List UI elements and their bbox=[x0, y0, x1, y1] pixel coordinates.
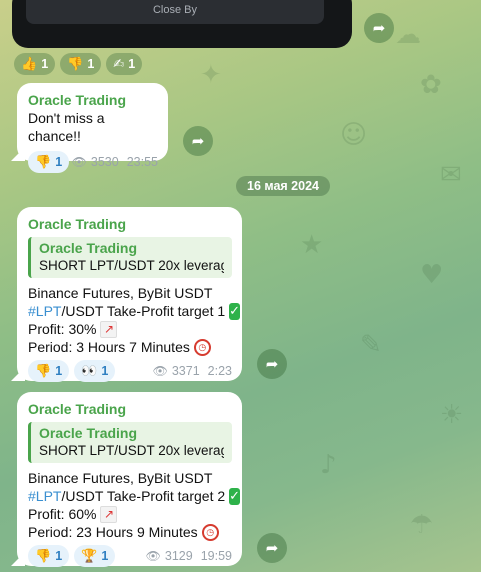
share-button[interactable]: ➦ bbox=[257, 349, 287, 379]
view-count: 3129 bbox=[164, 549, 193, 563]
view-count: 3371 bbox=[171, 364, 200, 378]
share-button[interactable]: ➦ bbox=[183, 126, 213, 156]
background-doodle: ✦ bbox=[200, 60, 222, 90]
view-count: 3530 bbox=[90, 155, 119, 169]
message-meta: 👁 3530 23:55 bbox=[72, 155, 158, 169]
thumbs-down-icon: 👎 bbox=[35, 363, 52, 379]
sender-name[interactable]: Oracle Trading bbox=[28, 400, 232, 418]
share-arrow-icon: ➦ bbox=[191, 132, 205, 150]
thumbs-down-icon: 👎 bbox=[35, 548, 52, 564]
message-line: #LPT/USDT Take-Profit target 1 ✓ bbox=[28, 302, 241, 320]
message-line: Period: 3 Hours 7 Minutes ◷ bbox=[28, 338, 232, 356]
reaction-count: 1 bbox=[55, 364, 63, 378]
chart-up-icon: ↗ bbox=[100, 505, 118, 523]
chart-up-icon: ↗ bbox=[100, 320, 118, 338]
reaction-count: 1 bbox=[101, 364, 109, 378]
message-line: #LPT/USDT Take-Profit target 2 ✓ bbox=[28, 487, 241, 505]
reaction-count: 1 bbox=[55, 155, 63, 169]
background-doodle: ☺ bbox=[340, 120, 368, 150]
check-mark-icon: ✓ bbox=[229, 487, 241, 505]
share-button[interactable]: ➦ bbox=[257, 533, 287, 563]
alarm-clock-icon: ◷ bbox=[193, 338, 211, 356]
check-mark-icon: ✓ bbox=[229, 302, 241, 320]
reaction-thumbs-down[interactable]: 👎 1 bbox=[28, 545, 70, 567]
message-bubble: Oracle Trading Oracle Trading SHORT LPT/… bbox=[17, 392, 242, 567]
previous-message-card: Close By bbox=[12, 0, 352, 48]
background-doodle: ✉ bbox=[440, 160, 462, 190]
background-doodle: ☂ bbox=[410, 510, 434, 540]
reply-text: SHORT LPT/USDT 20x leverag... bbox=[39, 258, 224, 273]
reply-text: SHORT LPT/USDT 20x leverag... bbox=[39, 443, 224, 458]
message-bubble: Oracle Trading Oracle Trading SHORT LPT/… bbox=[17, 207, 242, 382]
reaction-count: 1 bbox=[41, 57, 49, 71]
message-footer: 👎 1 👁 3530 23:55 bbox=[28, 151, 158, 173]
background-doodle: ✿ bbox=[420, 70, 442, 100]
message-time: 19:59 bbox=[200, 549, 232, 563]
eye-icon: 👁 bbox=[145, 549, 161, 563]
period-text: Period: 23 Hours 9 Minutes bbox=[28, 524, 198, 540]
message-line: Profit: 30% ↗ bbox=[28, 320, 232, 338]
reaction-thumbs-down[interactable]: 👎 1 bbox=[28, 151, 70, 173]
background-doodle: ★ bbox=[300, 230, 324, 260]
reaction-thumbs-up[interactable]: 👍 1 bbox=[14, 53, 56, 75]
reaction-trophy[interactable]: 🏆 1 bbox=[74, 545, 116, 567]
background-doodle: ☁ bbox=[395, 20, 421, 50]
message-bubble: Oracle Trading Don't miss a chance!! 👎 1… bbox=[17, 83, 168, 173]
close-by-button[interactable]: Close By bbox=[26, 0, 324, 24]
background-doodle: ✎ bbox=[360, 330, 382, 360]
top-reactions: 👍 1 👎 1 ✍ 1 bbox=[14, 53, 143, 75]
background-doodle: ♪ bbox=[320, 450, 337, 480]
message-meta: 👁 3129 19:59 bbox=[146, 549, 232, 563]
thumbs-down-icon: 👎 bbox=[67, 56, 84, 72]
trophy-icon: 🏆 bbox=[81, 548, 98, 564]
share-arrow-icon: ➦ bbox=[372, 19, 386, 37]
reply-sender: Oracle Trading bbox=[39, 425, 138, 441]
background-doodle: ♥ bbox=[420, 260, 444, 290]
reaction-count: 1 bbox=[87, 57, 95, 71]
alarm-clock-icon: ◷ bbox=[201, 523, 219, 541]
sender-name[interactable]: Oracle Trading bbox=[28, 91, 158, 109]
thumbs-up-icon: 👍 bbox=[21, 56, 38, 72]
reaction-count: 1 bbox=[101, 549, 109, 563]
target-text: /USDT Take-Profit target 2 bbox=[61, 488, 226, 504]
reaction-thumbs-down[interactable]: 👎 1 bbox=[60, 53, 102, 75]
sender-name[interactable]: Oracle Trading bbox=[28, 215, 232, 233]
message-time: 23:55 bbox=[126, 155, 158, 169]
writing-hand-icon: ✍ bbox=[113, 56, 125, 72]
reply-preview[interactable]: Oracle Trading SHORT LPT/USDT 20x levera… bbox=[28, 237, 232, 278]
thumbs-down-icon: 👎 bbox=[35, 154, 52, 170]
reaction-count: 1 bbox=[128, 57, 136, 71]
eye-icon: 👁 bbox=[71, 155, 87, 169]
reply-preview[interactable]: Oracle Trading SHORT LPT/USDT 20x levera… bbox=[28, 422, 232, 463]
eyes-icon: 👀 bbox=[81, 363, 98, 379]
share-button[interactable]: ➦ bbox=[364, 13, 394, 43]
eye-icon: 👁 bbox=[152, 364, 168, 378]
date-separator: 16 мая 2024 bbox=[236, 176, 330, 196]
profit-text: Profit: 60% bbox=[28, 506, 97, 522]
hashtag-link[interactable]: #LPT bbox=[28, 488, 61, 504]
reaction-eyes[interactable]: 👀 1 bbox=[74, 360, 116, 382]
share-arrow-icon: ➦ bbox=[265, 539, 279, 557]
message-line: Binance Futures, ByBit USDT bbox=[28, 470, 213, 486]
reaction-writing-hand[interactable]: ✍ 1 bbox=[106, 53, 143, 75]
reaction-count: 1 bbox=[55, 549, 63, 563]
message-footer: 👎 1 👀 1 👁 3371 2:23 bbox=[28, 360, 232, 382]
message-line: Period: 23 Hours 9 Minutes ◷ bbox=[28, 523, 232, 541]
message-line: Binance Futures, ByBit USDT bbox=[28, 285, 213, 301]
message-meta: 👁 3371 2:23 bbox=[153, 364, 232, 378]
target-text: /USDT Take-Profit target 1 bbox=[61, 303, 226, 319]
message-time: 2:23 bbox=[207, 364, 232, 378]
hashtag-link[interactable]: #LPT bbox=[28, 303, 61, 319]
message-line: Profit: 60% ↗ bbox=[28, 505, 232, 523]
message-footer: 👎 1 🏆 1 👁 3129 19:59 bbox=[28, 545, 232, 567]
reaction-thumbs-down[interactable]: 👎 1 bbox=[28, 360, 70, 382]
share-arrow-icon: ➦ bbox=[265, 355, 279, 373]
period-text: Period: 3 Hours 7 Minutes bbox=[28, 339, 190, 355]
reply-sender: Oracle Trading bbox=[39, 240, 138, 256]
background-doodle: ☀ bbox=[440, 400, 464, 430]
profit-text: Profit: 30% bbox=[28, 321, 97, 337]
message-text: Don't miss a chance!! bbox=[28, 110, 105, 144]
